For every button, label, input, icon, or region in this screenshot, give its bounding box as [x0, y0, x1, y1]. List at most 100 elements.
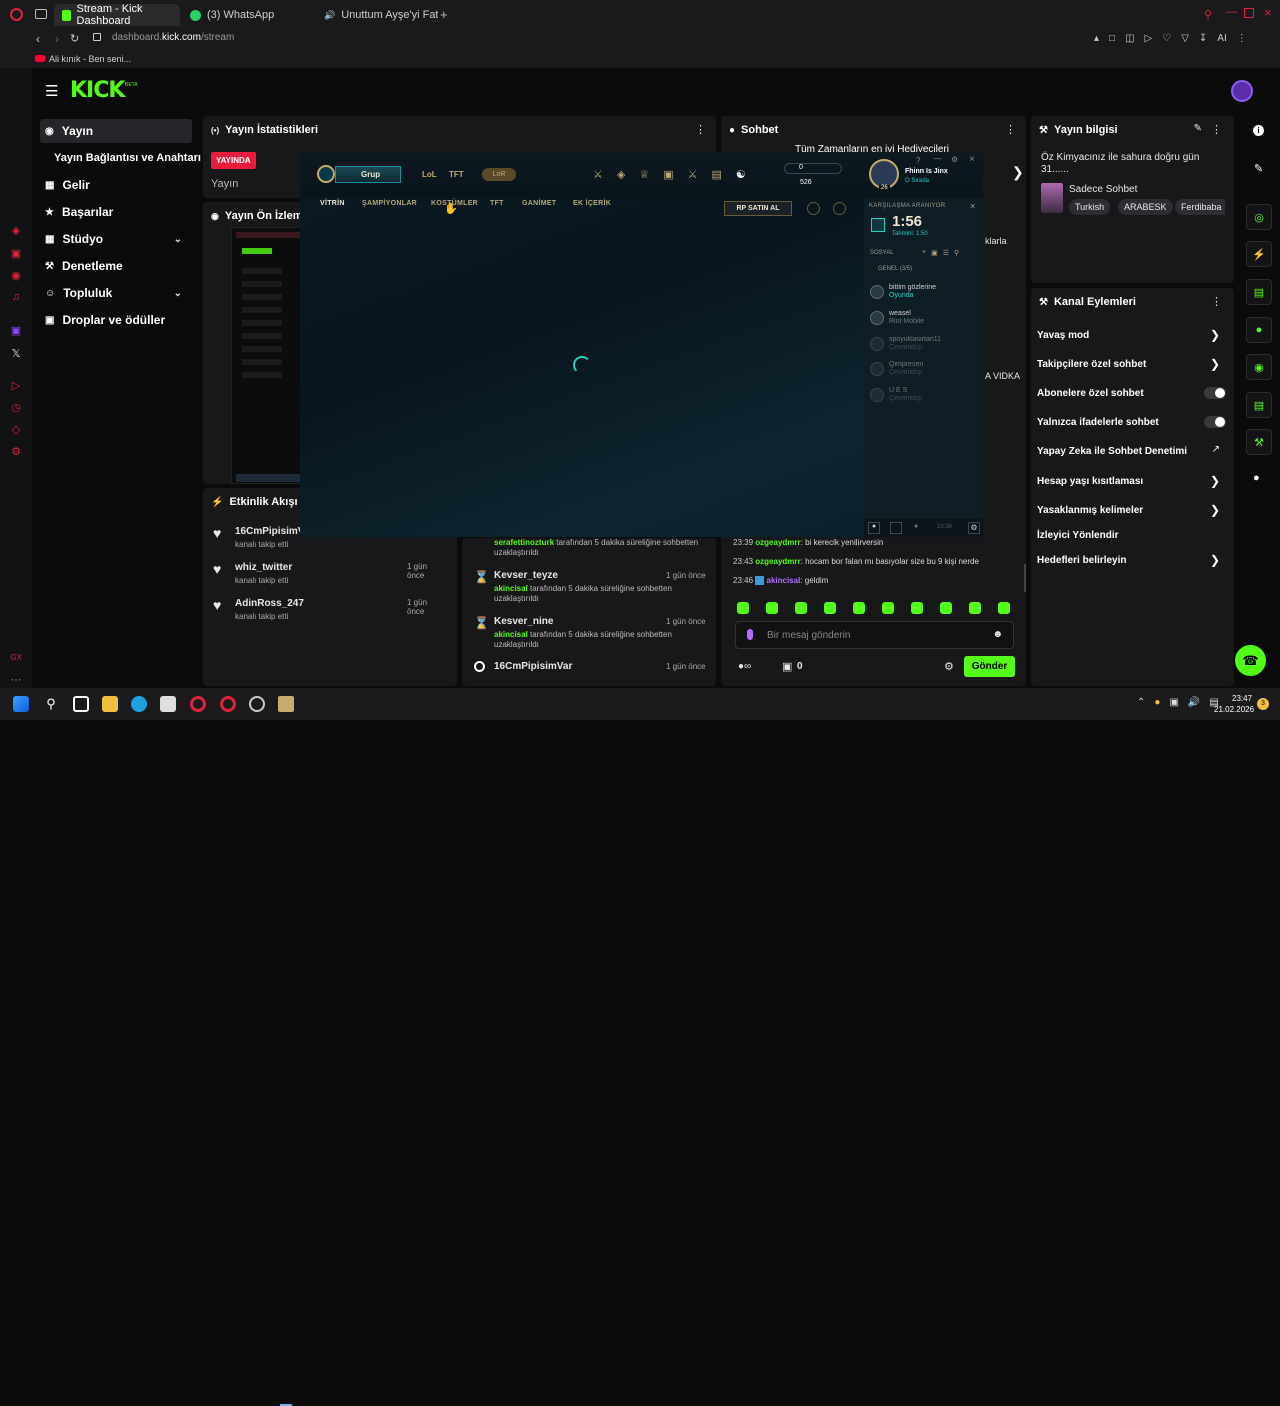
- tag-pill[interactable]: Turkish: [1069, 199, 1111, 215]
- search-icon[interactable]: ⚲: [43, 696, 59, 712]
- game-nav-tft[interactable]: TFT: [490, 200, 504, 207]
- new-tab-button[interactable]: +: [440, 7, 448, 22]
- gamepad-icon[interactable]: ▣: [9, 246, 23, 260]
- tab-switcher-icon[interactable]: [35, 9, 47, 19]
- history-icon[interactable]: ◷: [9, 400, 23, 414]
- twitch-icon[interactable]: ▣: [9, 323, 23, 337]
- emote-icon[interactable]: [969, 602, 981, 614]
- mic-icon[interactable]: [747, 629, 753, 640]
- help-icon[interactable]: ?: [916, 156, 920, 165]
- edit-icon[interactable]: ✎: [1254, 162, 1263, 175]
- collection-icon[interactable]: ♕: [639, 168, 649, 181]
- friend-row[interactable]: spoyuklasirtan11 Çevrimdışı: [870, 333, 980, 355]
- mod-user[interactable]: serafettinozturk: [494, 538, 554, 547]
- tft-tab[interactable]: TFT: [449, 170, 464, 179]
- lol-tab[interactable]: LoL: [422, 170, 437, 179]
- search-icon[interactable]: ⚲: [1204, 8, 1212, 21]
- category-thumbnail[interactable]: [1041, 183, 1063, 213]
- close-icon[interactable]: ×: [970, 201, 975, 211]
- menu-icon[interactable]: ⋮: [1237, 33, 1247, 44]
- menu-icon[interactable]: ⋮: [1211, 295, 1222, 308]
- download-icon[interactable]: ↧: [1199, 33, 1207, 44]
- mod-user[interactable]: akincisal: [494, 630, 528, 639]
- edit-icon[interactable]: ✎: [1194, 123, 1202, 134]
- emote-icon[interactable]: [795, 602, 807, 614]
- notification-badge[interactable]: 3: [1257, 698, 1269, 710]
- league-logo-icon[interactable]: [317, 165, 335, 183]
- menu-icon[interactable]: ⋮: [695, 123, 706, 136]
- chevron-up-icon[interactable]: ⌃: [1137, 697, 1145, 708]
- nav-item-studyo[interactable]: ▦ Stüdyo ⌄: [40, 227, 192, 251]
- more-icon[interactable]: ⋯: [9, 672, 23, 686]
- maximize-button[interactable]: [1244, 8, 1254, 18]
- lor-tab[interactable]: LoR: [482, 168, 516, 181]
- url-field[interactable]: dashboard.kick.com/stream: [112, 32, 234, 43]
- settings-icon[interactable]: ⚙: [9, 444, 23, 458]
- people-icon[interactable]: ●∞: [738, 661, 751, 672]
- be-currency[interactable]: 526: [800, 179, 812, 186]
- start-icon[interactable]: [13, 696, 29, 712]
- loot-icon[interactable]: ▣: [663, 168, 673, 181]
- chat-scrollbar[interactable]: [1024, 564, 1026, 592]
- store-icon[interactable]: [160, 696, 176, 712]
- league-client-icon[interactable]: [278, 696, 294, 712]
- search-icon[interactable]: ⚲: [954, 249, 959, 257]
- edge-icon[interactable]: [131, 696, 147, 712]
- hamburger-menu-icon[interactable]: ☰: [45, 82, 58, 100]
- sidebar-toggle-icon[interactable]: ❯: [1012, 164, 1024, 181]
- game-nav-loot[interactable]: GANİMET: [522, 200, 556, 207]
- broadcast-icon[interactable]: ◉: [1246, 354, 1272, 380]
- avatar[interactable]: [1231, 80, 1253, 102]
- store-icon[interactable]: ☯: [736, 168, 746, 181]
- action-followers-only[interactable]: Takipçilere özel sohbet ❯: [1031, 357, 1234, 377]
- list-icon[interactable]: ☰: [943, 249, 949, 257]
- nav-item-yayin[interactable]: ◉ Yayın: [40, 119, 192, 143]
- action-slow-mode[interactable]: Yavaş mod ❯: [1031, 328, 1234, 348]
- nav-item-denetleme[interactable]: ⚒ Denetleme: [40, 254, 192, 278]
- document-icon[interactable]: ▤: [1246, 279, 1272, 305]
- emote-icon[interactable]: [940, 602, 952, 614]
- friend-row[interactable]: Qimpresen Çevrimdışı: [870, 358, 980, 380]
- support-icon[interactable]: ☎: [1235, 645, 1266, 676]
- action-ai-moderation[interactable]: Yapay Zeka ile Sohbet Denetimi ↗: [1031, 444, 1234, 464]
- game-nav-champions[interactable]: ŞAMPİYONLAR: [362, 200, 417, 207]
- nav-item-topluluk[interactable]: ☺ Topluluk ⌄: [40, 281, 192, 305]
- send-button[interactable]: Gönder: [964, 656, 1015, 677]
- music-icon[interactable]: ♫: [9, 290, 23, 304]
- chat-icon[interactable]: ●: [868, 522, 880, 534]
- buy-rp-button[interactable]: RP SATIN AL: [724, 201, 792, 216]
- network-icon[interactable]: ▣: [1169, 697, 1178, 708]
- mic-icon[interactable]: ●: [1154, 697, 1160, 708]
- file-explorer-icon[interactable]: [102, 696, 118, 712]
- nav-item-basarilar[interactable]: ★ Başarılar: [40, 200, 192, 224]
- emote-icon[interactable]: [853, 602, 865, 614]
- missions-icon[interactable]: ◈: [617, 168, 625, 181]
- event-user[interactable]: whiz_twitter: [235, 562, 292, 573]
- shield-icon[interactable]: ◫: [1125, 33, 1134, 44]
- nav-item-droplar[interactable]: ▣ Droplar ve ödüller: [40, 308, 192, 332]
- game-nav-extra[interactable]: EK İÇERİK: [573, 200, 611, 207]
- people-icon[interactable]: ●: [1253, 472, 1260, 484]
- volume-icon[interactable]: 🔊: [1188, 697, 1200, 708]
- tag-pill[interactable]: Ferdibaba: [1175, 199, 1225, 215]
- opera-icon[interactable]: [190, 696, 206, 712]
- friend-group-label[interactable]: GENEL (3/5): [878, 266, 912, 272]
- game-nav-store[interactable]: VİTRİN: [320, 200, 345, 207]
- menu-icon[interactable]: ⋮: [1005, 123, 1016, 136]
- reload-icon[interactable]: ↻: [70, 32, 79, 45]
- gear-icon[interactable]: ⚙: [951, 155, 958, 164]
- emote-icon[interactable]: [882, 602, 894, 614]
- flask-icon[interactable]: ▽: [1181, 33, 1189, 44]
- messenger-icon[interactable]: ◉: [9, 268, 23, 282]
- friend-row[interactable]: U E S Çevrimdışı: [870, 384, 980, 406]
- missions-icon[interactable]: [890, 522, 902, 534]
- profile-icon[interactable]: ▤: [712, 168, 722, 181]
- emote-icon[interactable]: [911, 602, 923, 614]
- layers-icon[interactable]: ▤: [1246, 392, 1272, 418]
- nav-item-gelir[interactable]: ▦ Gelir: [40, 173, 192, 197]
- lightning-icon[interactable]: ⚡: [1246, 241, 1272, 267]
- close-icon[interactable]: ×: [969, 154, 975, 165]
- player-icon[interactable]: ▷: [9, 378, 23, 392]
- chat-input[interactable]: Bir mesaj gönderin ☻: [735, 621, 1014, 649]
- mod-user[interactable]: akincisal: [494, 584, 528, 593]
